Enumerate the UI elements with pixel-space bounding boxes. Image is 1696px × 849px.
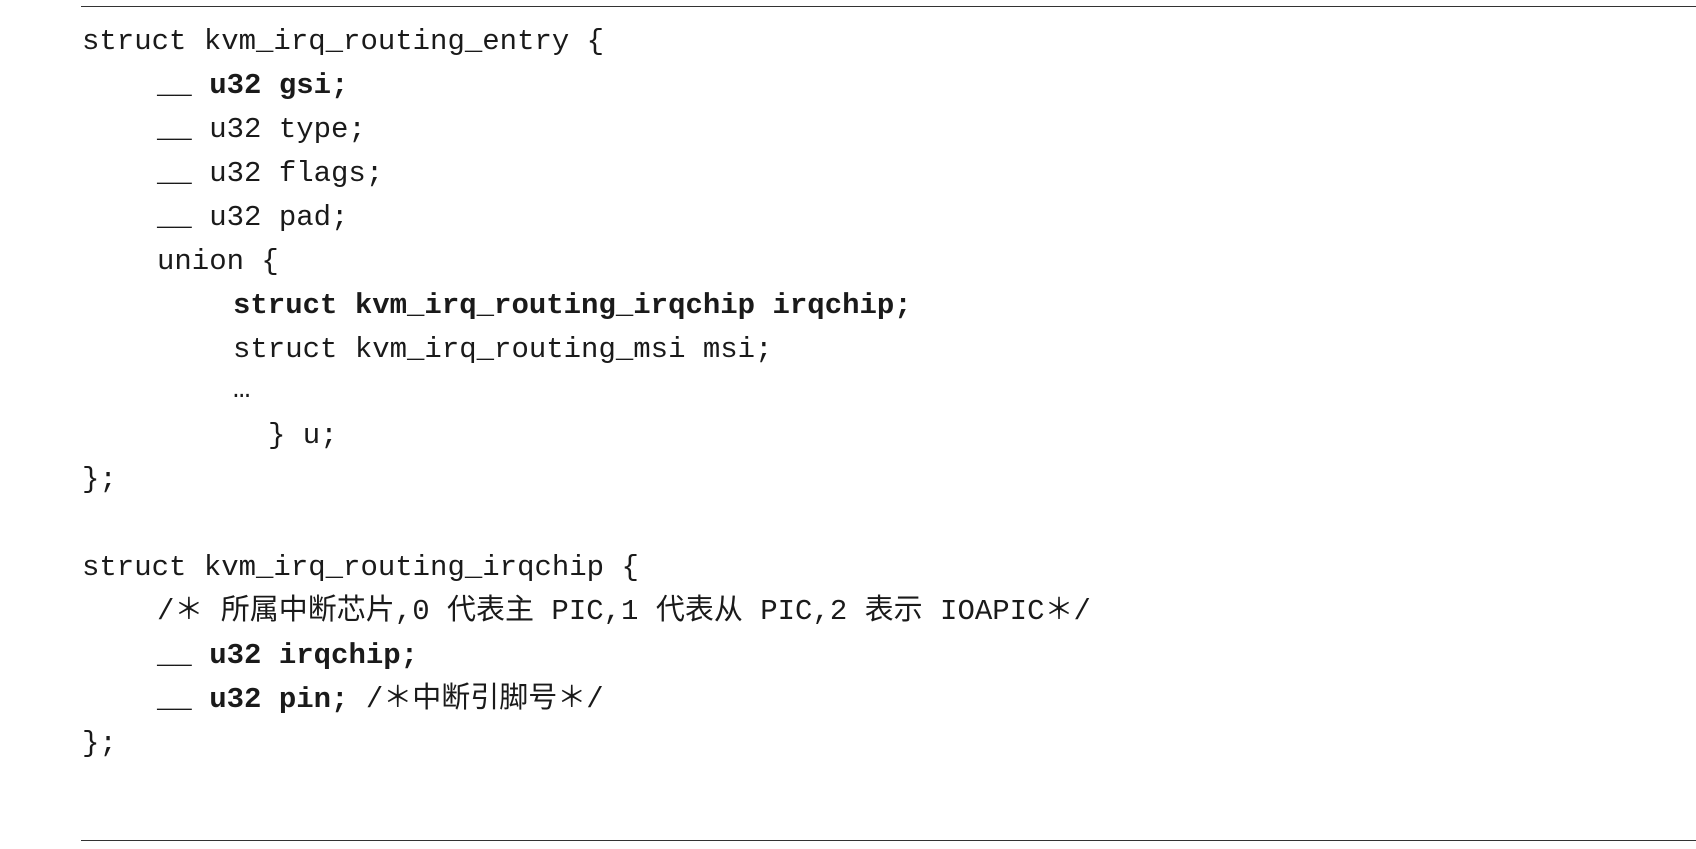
- code-comment: /＊中断引脚号＊/: [348, 683, 604, 716]
- bottom-rule: [81, 840, 1696, 841]
- code-text: __: [157, 69, 210, 102]
- code-line: __ u32 gsi;: [157, 68, 348, 104]
- code-text: __: [157, 683, 210, 716]
- code-line: union {: [157, 245, 279, 278]
- code-bold: u32 gsi;: [209, 69, 349, 102]
- code-line: struct kvm_irq_routing_entry {: [82, 25, 605, 58]
- code-line: struct kvm_irq_routing_irqchip irqchip;: [233, 289, 912, 322]
- code-line: …: [233, 373, 251, 406]
- code-line: __ u32 pin; /＊中断引脚号＊/: [157, 682, 604, 718]
- code-line: struct kvm_irq_routing_irqchip {: [82, 551, 639, 584]
- code-listing: struct kvm_irq_routing_entry { __ u32 gs…: [0, 0, 1696, 849]
- code-bold: u32 pin;: [209, 683, 349, 716]
- code-line: } u;: [268, 419, 338, 452]
- code-line: };: [82, 727, 117, 760]
- code-line: __ u32 pad;: [157, 201, 349, 234]
- code-comment-line: /＊ 所属中断芯片,0 代表主 PIC,1 代表从 PIC,2 表示 IOAPI…: [157, 595, 1091, 628]
- code-line: __ u32 irqchip;: [157, 638, 418, 674]
- code-line: __ u32 type;: [157, 113, 366, 146]
- code-line: struct kvm_irq_routing_msi msi;: [233, 333, 773, 366]
- code-line: __ u32 flags;: [157, 157, 384, 190]
- code-bold: u32 irqchip;: [209, 639, 419, 672]
- code-line: };: [82, 463, 117, 496]
- code-text: __: [157, 639, 210, 672]
